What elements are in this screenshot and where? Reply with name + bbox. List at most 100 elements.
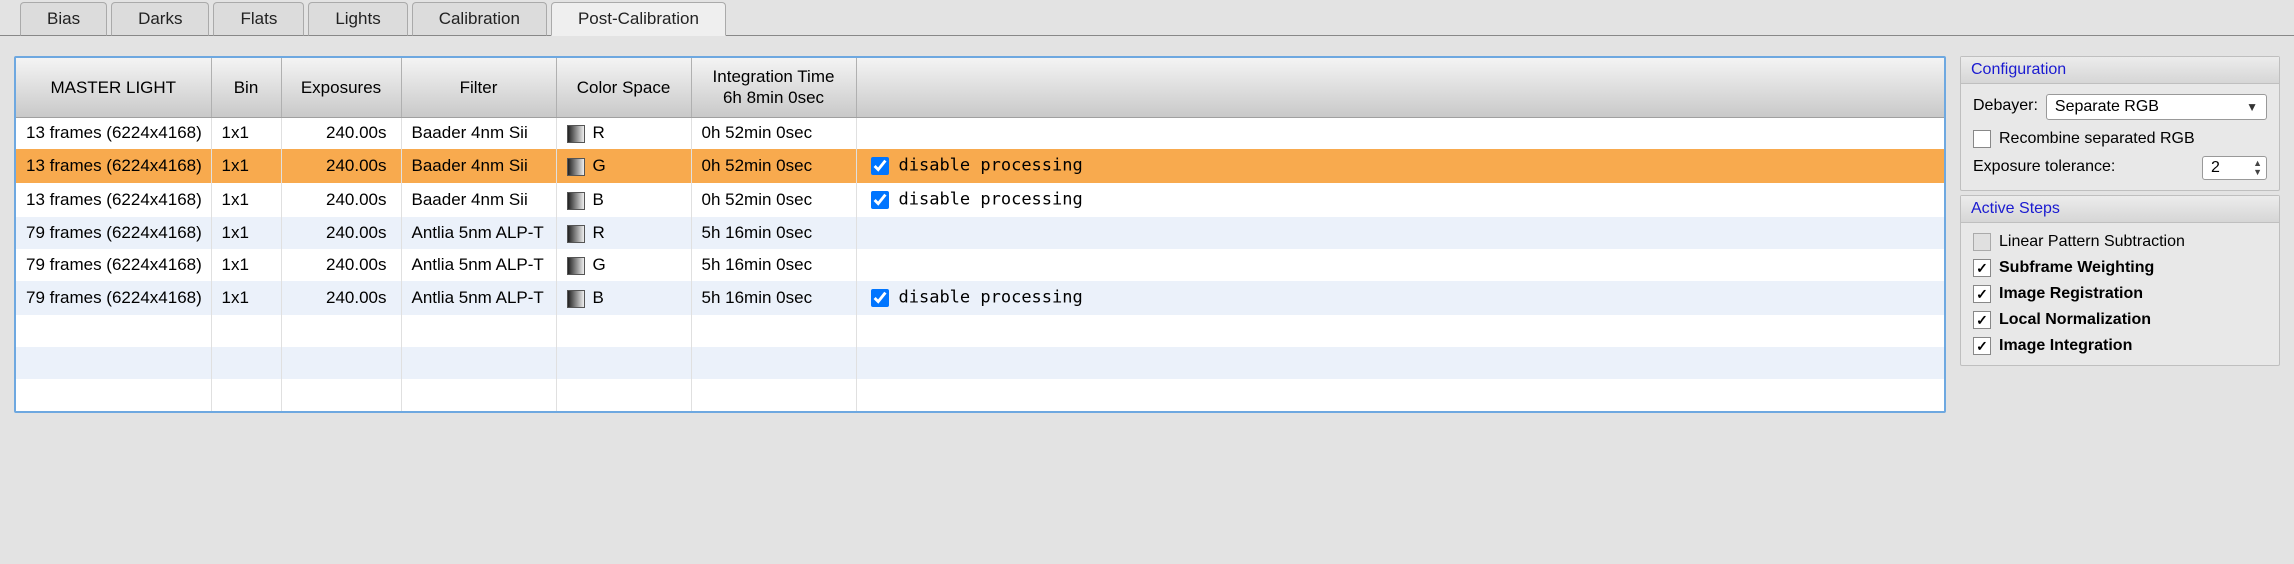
disable-processing-label: disable processing bbox=[899, 287, 1083, 307]
step-checkbox bbox=[1973, 233, 1991, 251]
tab-lights[interactable]: Lights bbox=[308, 2, 407, 36]
cell-filter: Antlia 5nm ALP-T bbox=[401, 217, 556, 249]
tab-darks[interactable]: Darks bbox=[111, 2, 209, 36]
col-integration[interactable]: Integration Time6h 8min 0sec bbox=[691, 58, 856, 117]
step-label: Image Integration bbox=[1999, 337, 2132, 355]
step-linear-pattern-subtraction: Linear Pattern Subtraction bbox=[1973, 233, 2267, 251]
debayer-value: Separate RGB bbox=[2055, 98, 2159, 116]
exposure-tolerance-value: 2 bbox=[2211, 159, 2220, 177]
disable-processing-checkbox[interactable] bbox=[871, 191, 889, 209]
grayscale-swatch-icon bbox=[567, 290, 585, 308]
step-label: Linear Pattern Subtraction bbox=[1999, 233, 2185, 251]
tab-bias[interactable]: Bias bbox=[20, 2, 107, 36]
col-master-light[interactable]: MASTER LIGHT bbox=[16, 58, 211, 117]
cell-color-space: R bbox=[556, 217, 691, 249]
step-checkbox[interactable]: ✓ bbox=[1973, 259, 1991, 277]
cell-integration: 5h 16min 0sec bbox=[691, 217, 856, 249]
active-steps-title: Active Steps bbox=[1961, 196, 2279, 223]
cell-exposure: 240.00s bbox=[281, 183, 401, 217]
cell-frames: 13 frames (6224x4168) bbox=[16, 183, 211, 217]
cell-integration: 0h 52min 0sec bbox=[691, 149, 856, 183]
step-checkbox[interactable]: ✓ bbox=[1973, 311, 1991, 329]
grayscale-swatch-icon bbox=[567, 125, 585, 143]
cell-exposure: 240.00s bbox=[281, 117, 401, 149]
tab-strip: BiasDarksFlatsLightsCalibrationPost-Cali… bbox=[0, 0, 2294, 36]
disable-processing-label: disable processing bbox=[899, 189, 1083, 209]
table-row-empty bbox=[16, 315, 1944, 347]
step-label: Local Normalization bbox=[1999, 311, 2151, 329]
grayscale-swatch-icon bbox=[567, 225, 585, 243]
cell-exposure: 240.00s bbox=[281, 281, 401, 315]
cell-frames: 13 frames (6224x4168) bbox=[16, 149, 211, 183]
tab-flats[interactable]: Flats bbox=[213, 2, 304, 36]
cell-color-space: G bbox=[556, 249, 691, 281]
recombine-rgb-label: Recombine separated RGB bbox=[1999, 130, 2195, 148]
cell-integration: 5h 16min 0sec bbox=[691, 281, 856, 315]
cell-options: disable processing bbox=[856, 149, 1944, 183]
grayscale-swatch-icon bbox=[567, 257, 585, 275]
cell-bin: 1x1 bbox=[211, 249, 281, 281]
cell-bin: 1x1 bbox=[211, 217, 281, 249]
disable-processing-checkbox[interactable] bbox=[871, 157, 889, 175]
chevron-down-icon: ▼ bbox=[2246, 100, 2258, 114]
step-local-normalization: ✓ Local Normalization bbox=[1973, 311, 2267, 329]
side-panels: Configuration Debayer: Separate RGB ▼ Re… bbox=[1960, 56, 2280, 413]
step-checkbox[interactable]: ✓ bbox=[1973, 337, 1991, 355]
tab-post-calibration[interactable]: Post-Calibration bbox=[551, 2, 726, 36]
table-row[interactable]: 13 frames (6224x4168)1x1240.00sBaader 4n… bbox=[16, 183, 1944, 217]
cell-frames: 79 frames (6224x4168) bbox=[16, 249, 211, 281]
step-image-registration: ✓ Image Registration bbox=[1973, 285, 2267, 303]
active-steps-panel: Active Steps Linear Pattern Subtraction ✓… bbox=[1960, 195, 2280, 366]
table-row[interactable]: 13 frames (6224x4168)1x1240.00sBaader 4n… bbox=[16, 149, 1944, 183]
cell-exposure: 240.00s bbox=[281, 217, 401, 249]
step-label: Image Registration bbox=[1999, 285, 2143, 303]
cell-options: disable processing bbox=[856, 183, 1944, 217]
table-row[interactable]: 79 frames (6224x4168)1x1240.00sAntlia 5n… bbox=[16, 217, 1944, 249]
cell-color-space: B bbox=[556, 281, 691, 315]
col-bin[interactable]: Bin bbox=[211, 58, 281, 117]
table-row[interactable]: 13 frames (6224x4168)1x1240.00sBaader 4n… bbox=[16, 117, 1944, 149]
cell-filter: Baader 4nm Sii bbox=[401, 183, 556, 217]
cell-color-space: B bbox=[556, 183, 691, 217]
cell-exposure: 240.00s bbox=[281, 149, 401, 183]
configuration-panel: Configuration Debayer: Separate RGB ▼ Re… bbox=[1960, 56, 2280, 191]
master-light-table: MASTER LIGHT Bin Exposures Filter Color … bbox=[14, 56, 1946, 413]
col-filter[interactable]: Filter bbox=[401, 58, 556, 117]
grayscale-swatch-icon bbox=[567, 192, 585, 210]
cell-options bbox=[856, 117, 1944, 149]
exposure-tolerance-stepper[interactable]: 2 ▲ ▼ bbox=[2202, 156, 2267, 180]
col-color-space[interactable]: Color Space bbox=[556, 58, 691, 117]
table-row[interactable]: 79 frames (6224x4168)1x1240.00sAntlia 5n… bbox=[16, 249, 1944, 281]
col-extra[interactable] bbox=[856, 58, 1944, 117]
table-row[interactable]: 79 frames (6224x4168)1x1240.00sAntlia 5n… bbox=[16, 281, 1944, 315]
cell-color-space: R bbox=[556, 117, 691, 149]
cell-bin: 1x1 bbox=[211, 281, 281, 315]
step-image-integration: ✓ Image Integration bbox=[1973, 337, 2267, 355]
exposure-tolerance-label: Exposure tolerance: bbox=[1973, 158, 2115, 176]
cell-filter: Baader 4nm Sii bbox=[401, 117, 556, 149]
cell-color-space: G bbox=[556, 149, 691, 183]
workspace: MASTER LIGHT Bin Exposures Filter Color … bbox=[0, 36, 2294, 427]
cell-bin: 1x1 bbox=[211, 149, 281, 183]
cell-integration: 0h 52min 0sec bbox=[691, 117, 856, 149]
table-row-empty bbox=[16, 347, 1944, 379]
cell-exposure: 240.00s bbox=[281, 249, 401, 281]
col-exposures[interactable]: Exposures bbox=[281, 58, 401, 117]
cell-options: disable processing bbox=[856, 281, 1944, 315]
disable-processing-checkbox[interactable] bbox=[871, 289, 889, 307]
step-subframe-weighting: ✓Subframe Weighting bbox=[1973, 259, 2267, 277]
cell-bin: 1x1 bbox=[211, 183, 281, 217]
cell-filter: Baader 4nm Sii bbox=[401, 149, 556, 183]
cell-integration: 0h 52min 0sec bbox=[691, 183, 856, 217]
cell-filter: Antlia 5nm ALP-T bbox=[401, 281, 556, 315]
recombine-rgb-checkbox[interactable] bbox=[1973, 130, 1991, 148]
cell-integration: 5h 16min 0sec bbox=[691, 249, 856, 281]
grayscale-swatch-icon bbox=[567, 158, 585, 176]
configuration-title: Configuration bbox=[1961, 57, 2279, 84]
cell-frames: 79 frames (6224x4168) bbox=[16, 281, 211, 315]
stepper-down-icon[interactable]: ▼ bbox=[2253, 168, 2262, 177]
tab-calibration[interactable]: Calibration bbox=[412, 2, 547, 36]
debayer-select[interactable]: Separate RGB ▼ bbox=[2046, 94, 2267, 120]
debayer-label: Debayer: bbox=[1973, 97, 2038, 115]
step-checkbox[interactable]: ✓ bbox=[1973, 285, 1991, 303]
